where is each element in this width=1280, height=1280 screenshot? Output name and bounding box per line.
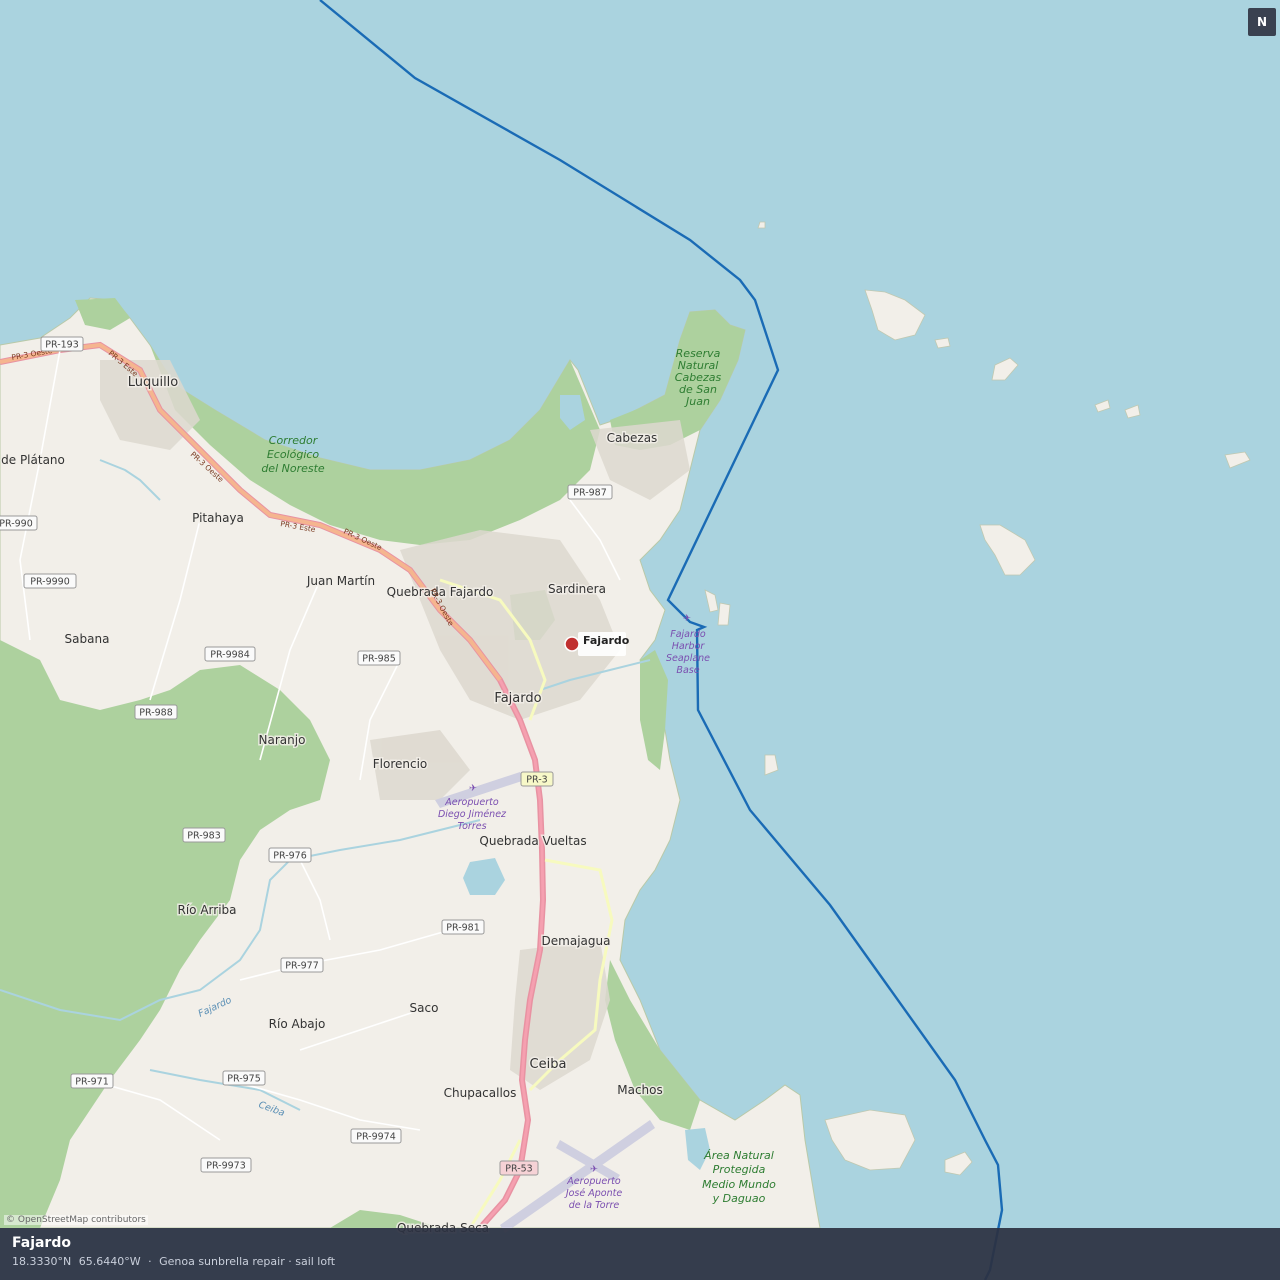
shield-pr975: PR-975 (222, 1070, 266, 1086)
place-quebrada-vueltas: Quebrada Vueltas (479, 834, 586, 848)
shield-pr988: PR-988 (134, 704, 178, 720)
label-aponte-3: de la Torre (569, 1200, 620, 1211)
shield-pr53: PR-53 (499, 1160, 539, 1176)
svg-text:PR-976: PR-976 (273, 851, 307, 862)
marker-label: Fajardo (583, 634, 630, 647)
info-separator: · (148, 1255, 152, 1268)
svg-text:PR-983: PR-983 (187, 831, 221, 842)
place-ceiba: Ceiba (530, 1057, 567, 1072)
place-florencio: Florencio (373, 757, 428, 771)
label-reserva-5: Juan (684, 395, 710, 408)
shield-pr977: PR-977 (280, 957, 324, 973)
north-indicator-button[interactable]: N (1248, 8, 1276, 36)
place-cabezas: Cabezas (607, 431, 658, 445)
shield-pr193: PR-193 (40, 336, 84, 352)
svg-text:PR-9990: PR-9990 (30, 577, 70, 588)
info-description: Genoa sunbrella repair · sail loft (159, 1255, 336, 1268)
svg-text:PR-981: PR-981 (446, 923, 480, 934)
shield-pr971: PR-971 (70, 1073, 114, 1089)
svg-text:PR-9974: PR-9974 (356, 1132, 396, 1143)
shield-pr9990: PR-9990 (23, 573, 77, 589)
shield-pr983: PR-983 (182, 827, 226, 843)
label-area-2: Protegida (713, 1163, 766, 1176)
svg-text:PR-988: PR-988 (139, 708, 173, 719)
place-demajagua: Demajagua (542, 934, 611, 948)
place-rio-arriba: Río Arriba (178, 903, 237, 917)
svg-text:PR-990: PR-990 (0, 519, 33, 530)
shield-pr9973: PR-9973 (200, 1157, 252, 1173)
label-area-4: y Daguao (712, 1192, 766, 1205)
place-chupacallos: Chupacallos (444, 1086, 517, 1100)
label-aponte-1: Aeropuerto (566, 1176, 621, 1187)
shield-pr981: PR-981 (441, 919, 485, 935)
place-fajardo: Fajardo (494, 691, 541, 706)
label-diego-3: Torres (457, 821, 486, 832)
svg-text:PR-987: PR-987 (573, 488, 607, 499)
airport-icon-diego: ✈ (469, 783, 477, 794)
place-luquillo: Luquillo (128, 375, 179, 390)
map-attribution: © OpenStreetMap contributors (4, 1215, 148, 1225)
svg-text:PR-971: PR-971 (75, 1077, 109, 1088)
shield-pr990: PR-990 (0, 515, 38, 531)
label-area-1: Área Natural (703, 1149, 774, 1162)
place-juan-martin: Juan Martín (306, 574, 375, 588)
place-rio-abajo: Río Abajo (269, 1017, 326, 1031)
shield-pr9974: PR-9974 (350, 1128, 402, 1144)
shield-pr3: PR-3 (520, 771, 554, 787)
label-seaplane-2: Harbor (672, 641, 706, 652)
shield-pr9984: PR-9984 (204, 646, 256, 662)
place-naranjo: Naranjo (259, 733, 306, 747)
svg-text:PR-9984: PR-9984 (210, 650, 250, 661)
airport-icon-aponte: ✈ (590, 1164, 598, 1175)
svg-text:PR-977: PR-977 (285, 961, 319, 972)
place-sabana: Sabana (65, 632, 110, 646)
info-latitude: 18.3330°N (12, 1255, 72, 1268)
info-longitude: 65.6440°W (78, 1255, 141, 1268)
place-saco: Saco (410, 1001, 439, 1015)
label-corredor-2: Ecológico (267, 448, 320, 461)
label-area-3: Medio Mundo (702, 1178, 776, 1191)
svg-text:PR-3: PR-3 (526, 775, 547, 786)
place-sardinera: Sardinera (548, 582, 606, 596)
svg-text:PR-9973: PR-9973 (206, 1161, 246, 1172)
shield-pr987: PR-987 (567, 484, 613, 500)
label-aponte-2: José Aponte (564, 1188, 623, 1199)
place-rio-de-platano: de Plátano (1, 453, 65, 467)
label-diego-2: Diego Jiménez (438, 809, 507, 820)
svg-text:PR-53: PR-53 (505, 1164, 532, 1175)
svg-text:PR-975: PR-975 (227, 1074, 261, 1085)
info-title: Fajardo (12, 1235, 71, 1251)
label-corredor-1: Corredor (269, 434, 319, 447)
map-canvas[interactable]: Luquillo de Plátano Pitahaya Juan Martín… (0, 0, 1280, 1280)
shield-pr985: PR-985 (357, 650, 401, 666)
seaplane-icon: ✈ (683, 613, 691, 624)
label-seaplane-3: Seaplane (666, 653, 710, 664)
svg-text:PR-193: PR-193 (45, 340, 79, 351)
info-panel: Fajardo 18.3330°N 65.6440°W · Genoa sunb… (0, 1228, 1280, 1280)
info-meta: 18.3330°N 65.6440°W · Genoa sunbrella re… (12, 1255, 339, 1268)
label-seaplane-1: Fajardo (670, 629, 706, 640)
svg-text:PR-985: PR-985 (362, 654, 396, 665)
marker-pin[interactable] (564, 636, 580, 652)
label-corredor-3: del Noreste (261, 462, 325, 475)
place-machos: Machos (617, 1083, 663, 1097)
shield-pr976: PR-976 (268, 847, 312, 863)
place-pitahaya: Pitahaya (192, 511, 244, 525)
label-seaplane-4: Base (676, 665, 699, 676)
label-diego-1: Aeropuerto (444, 797, 499, 808)
